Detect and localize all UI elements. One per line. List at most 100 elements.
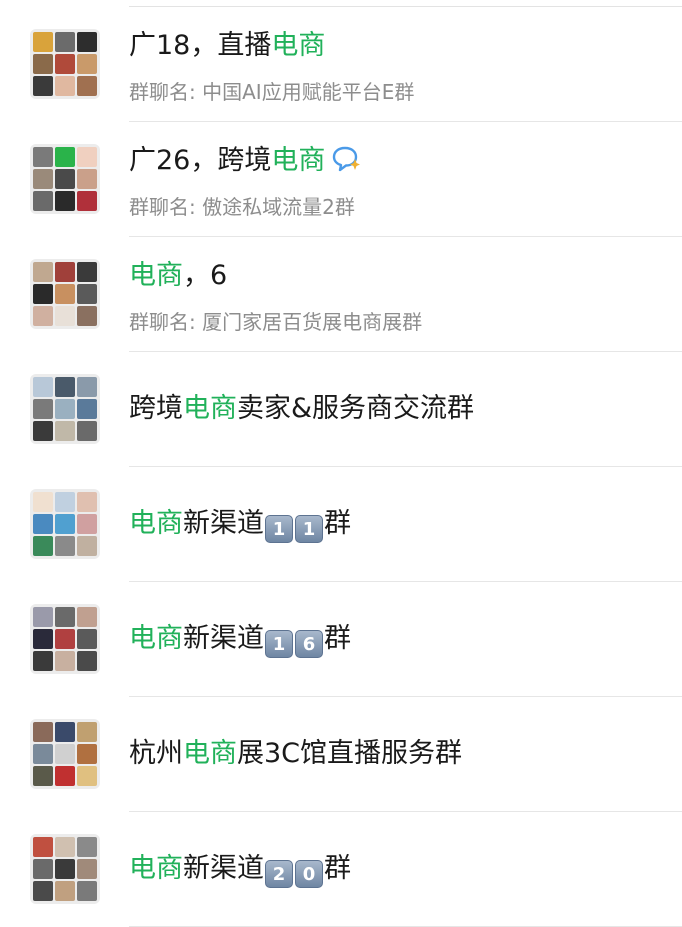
group-chat-result[interactable]: 电商新渠道 2 0 群: [0, 812, 682, 927]
group-chat-result[interactable]: 广18，直播电商 群聊名: 中国AI应用赋能平台E群: [0, 7, 682, 122]
keyword-highlight: 电商: [129, 623, 183, 654]
chat-title: 跨境电商卖家&服务商交流群: [129, 392, 474, 426]
member-avatar-thumb: [55, 744, 75, 764]
member-avatar-thumb: [33, 607, 53, 627]
title-text: 广26，跨境: [129, 145, 272, 176]
member-avatar-thumb: [77, 284, 97, 304]
member-avatar-thumb: [55, 54, 75, 74]
member-avatar-thumb: [77, 262, 97, 282]
member-avatar-thumb: [77, 76, 97, 96]
title-text: 展3C馆直播服务群: [237, 738, 463, 769]
member-avatar-thumb: [55, 262, 75, 282]
group-avatar: [30, 29, 100, 99]
title-text: 跨境: [129, 393, 183, 424]
chat-title: 电商新渠道 2 0 群: [129, 852, 351, 888]
member-avatar-thumb: [77, 881, 97, 901]
group-avatar: [30, 259, 100, 329]
chat-bubble-sparkle-icon: [331, 145, 361, 182]
keyword-highlight: 电商: [271, 30, 326, 61]
member-avatar-thumb: [77, 147, 97, 167]
keyword-highlight: 电商: [129, 260, 183, 291]
group-chat-result[interactable]: 电商新渠道 1 6 群: [0, 582, 682, 697]
member-avatar-thumb: [55, 76, 75, 96]
keyword-highlight: 电商: [183, 738, 237, 769]
member-avatar-thumb: [33, 191, 53, 211]
group-chat-result[interactable]: 跨境电商卖家&服务商交流群: [0, 352, 682, 467]
member-avatar-thumb: [33, 744, 53, 764]
member-avatar-thumb: [77, 651, 97, 671]
title-text: 新渠道: [183, 508, 264, 539]
member-avatar-thumb: [77, 607, 97, 627]
member-avatar-thumb: [77, 766, 97, 786]
chat-title: 广18，直播电商: [129, 29, 325, 63]
member-avatar-thumb: [33, 377, 53, 397]
group-chat-result[interactable]: 电商，6 群聊名: 厦门家居百货展电商展群: [0, 237, 682, 352]
group-chat-result[interactable]: 广26，跨境电商 群聊名: 傲途私域流量2群: [0, 122, 682, 237]
member-avatar-thumb: [33, 651, 53, 671]
title-text: 新渠道: [183, 623, 264, 654]
group-avatar: [30, 144, 100, 214]
member-avatar-thumb: [77, 722, 97, 742]
member-avatar-thumb: [77, 421, 97, 441]
member-avatar-thumb: [55, 399, 75, 419]
member-avatar-thumb: [55, 766, 75, 786]
member-avatar-thumb: [55, 722, 75, 742]
member-avatar-thumb: [77, 536, 97, 556]
title-text: 杭州: [129, 738, 183, 769]
member-avatar-thumb: [55, 32, 75, 52]
member-avatar-thumb: [55, 284, 75, 304]
member-avatar-thumb: [33, 147, 53, 167]
title-text: 群: [324, 623, 351, 654]
keyword-highlight: 电商: [183, 393, 237, 424]
group-avatar: [30, 489, 100, 559]
group-name-subtitle: 群聊名: 中国AI应用赋能平台E群: [129, 79, 414, 105]
member-avatar-thumb: [55, 191, 75, 211]
group-chat-result[interactable]: 杭州电商展3C馆直播服务群: [0, 697, 682, 812]
member-avatar-thumb: [55, 147, 75, 167]
title-text: 卖家&服务商交流群: [237, 393, 475, 424]
subtitle-label: 群聊名:: [129, 310, 203, 334]
subtitle-label: 群聊名:: [129, 195, 203, 219]
title-text: ，6: [183, 260, 228, 291]
member-avatar-thumb: [55, 421, 75, 441]
member-avatar-thumb: [33, 306, 53, 326]
keyword-highlight: 电商: [271, 145, 326, 176]
member-avatar-thumb: [77, 191, 97, 211]
chat-title: 电商新渠道 1 1 群: [129, 507, 351, 543]
member-avatar-thumb: [33, 421, 53, 441]
group-chat-result[interactable]: 电商新渠道 1 1 群: [0, 467, 682, 582]
member-avatar-thumb: [33, 399, 53, 419]
group-avatar: [30, 604, 100, 674]
chat-title: 电商，6: [129, 259, 227, 293]
member-avatar-thumb: [33, 76, 53, 96]
member-avatar-thumb: [33, 766, 53, 786]
keycap-digit: 1: [265, 630, 293, 658]
member-avatar-thumb: [77, 32, 97, 52]
member-avatar-thumb: [55, 651, 75, 671]
keyword-highlight: 电商: [129, 853, 183, 884]
title-text: 群: [324, 508, 351, 539]
member-avatar-thumb: [33, 881, 53, 901]
member-avatar-thumb: [77, 837, 97, 857]
member-avatar-thumb: [33, 722, 53, 742]
member-avatar-thumb: [77, 859, 97, 879]
search-results-list: 广18，直播电商 群聊名: 中国AI应用赋能平台E群 广26，跨境电商 群聊名:…: [0, 7, 682, 927]
member-avatar-thumb: [33, 536, 53, 556]
group-name-subtitle: 群聊名: 傲途私域流量2群: [129, 194, 355, 220]
member-avatar-thumb: [77, 377, 97, 397]
member-avatar-thumb: [33, 859, 53, 879]
group-name-subtitle: 群聊名: 厦门家居百货展电商展群: [129, 309, 422, 335]
member-avatar-thumb: [55, 859, 75, 879]
member-avatar-thumb: [55, 492, 75, 512]
member-avatar-thumb: [55, 169, 75, 189]
member-avatar-thumb: [55, 306, 75, 326]
member-avatar-thumb: [77, 399, 97, 419]
group-avatar: [30, 834, 100, 904]
member-avatar-thumb: [33, 54, 53, 74]
group-avatar: [30, 374, 100, 444]
keycap-digit: 0: [295, 860, 323, 888]
keycap-digit: 1: [265, 515, 293, 543]
group-avatar: [30, 719, 100, 789]
member-avatar-thumb: [55, 837, 75, 857]
keycap-digit: 1: [295, 515, 323, 543]
